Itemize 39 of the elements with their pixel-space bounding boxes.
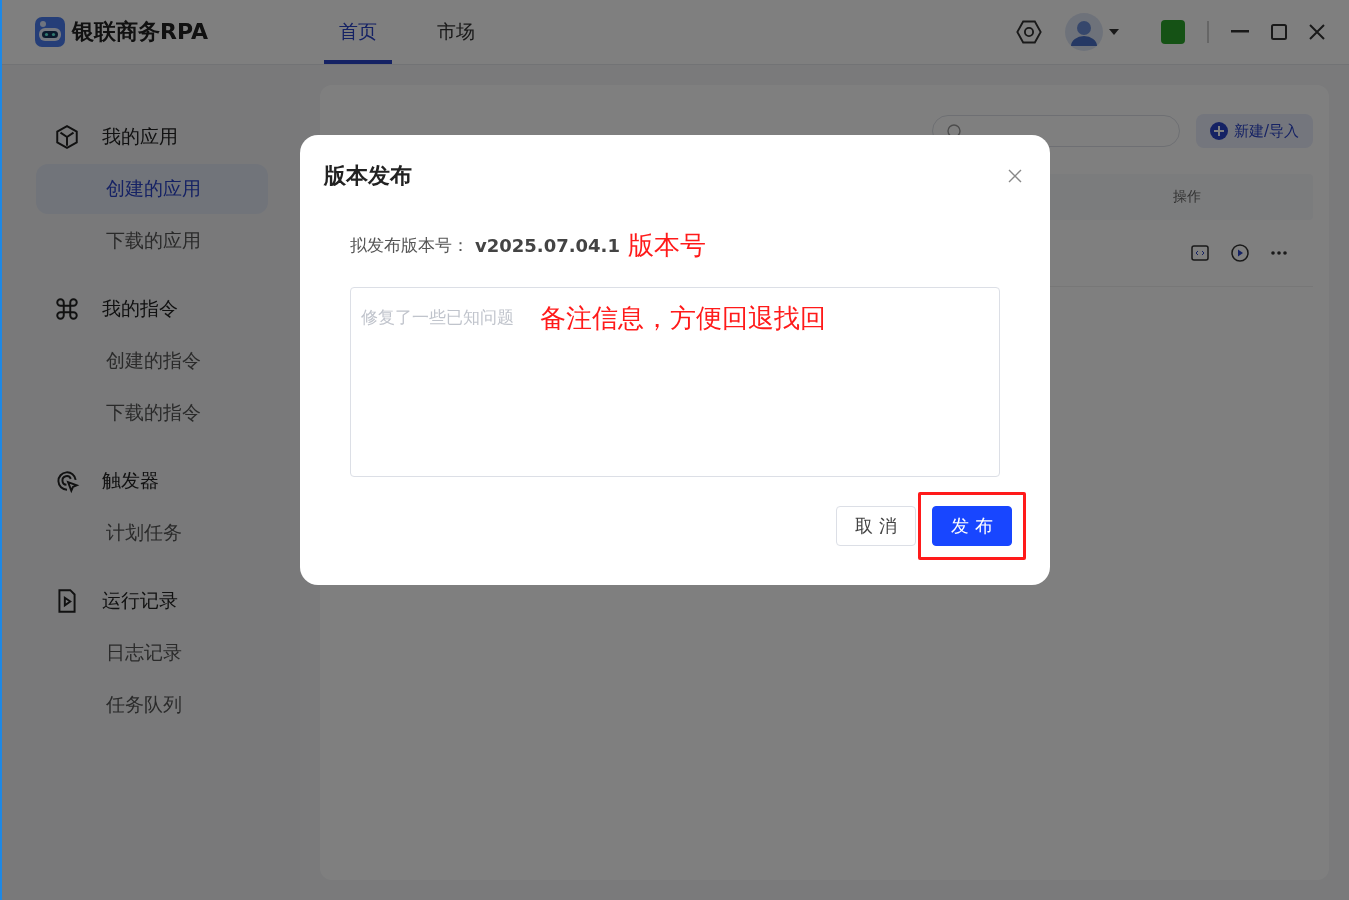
command-icon: [54, 296, 80, 322]
sidebar-group-label: 触发器: [102, 468, 159, 493]
sidebar-item[interactable]: 计划任务: [36, 508, 268, 558]
version-number: v2025.07.04.1: [475, 234, 620, 256]
sidebar-group-label: 我的指令: [102, 296, 178, 321]
robot-logo-icon: [34, 16, 66, 48]
sidebar-item[interactable]: 下载的应用: [36, 216, 268, 266]
code-icon[interactable]: [1191, 245, 1209, 261]
maximize-icon[interactable]: [1271, 24, 1287, 40]
sidebar-item[interactable]: 下载的指令: [36, 388, 268, 438]
nav-tab[interactable]: 市场: [422, 0, 490, 64]
nav-tab[interactable]: 首页: [324, 0, 392, 64]
search-icon: [946, 124, 961, 138]
column-header: 操作: [1173, 188, 1201, 206]
sidebar-item[interactable]: 任务队列: [36, 680, 268, 730]
sidebar-group-label: 我的应用: [102, 124, 178, 149]
avatar-icon[interactable]: [1065, 13, 1103, 51]
cancel-button[interactable]: 取 消: [836, 506, 916, 546]
close-icon[interactable]: [1309, 24, 1325, 40]
cube-icon: [54, 124, 80, 150]
settings-icon[interactable]: [1015, 18, 1043, 46]
caret-icon[interactable]: [1109, 29, 1119, 35]
play-icon[interactable]: [1231, 244, 1249, 262]
sidebar-item[interactable]: 创建的指令: [36, 336, 268, 386]
more-icon[interactable]: [1271, 251, 1287, 255]
minimize-icon[interactable]: [1231, 30, 1249, 34]
publish-button[interactable]: 发 布: [932, 506, 1012, 546]
annotation-text: 版本号: [627, 228, 706, 262]
plus-icon: [1209, 122, 1228, 140]
sidebar-item[interactable]: 日志记录: [36, 628, 268, 678]
status-square-icon: [1161, 20, 1185, 44]
sidebar-item[interactable]: 创建的应用: [36, 164, 268, 214]
version-label: 拟发布版本号：: [350, 233, 469, 257]
new-import-button[interactable]: 新建/导入: [1195, 114, 1313, 148]
app-title: 银联商务RPA: [72, 18, 209, 46]
target-cursor-icon: [54, 468, 80, 494]
sidebar-group-label: 运行记录: [102, 588, 178, 613]
annotation-text: 备注信息，方便回退找回: [540, 302, 826, 335]
dialog-title: 版本发布: [324, 162, 412, 190]
